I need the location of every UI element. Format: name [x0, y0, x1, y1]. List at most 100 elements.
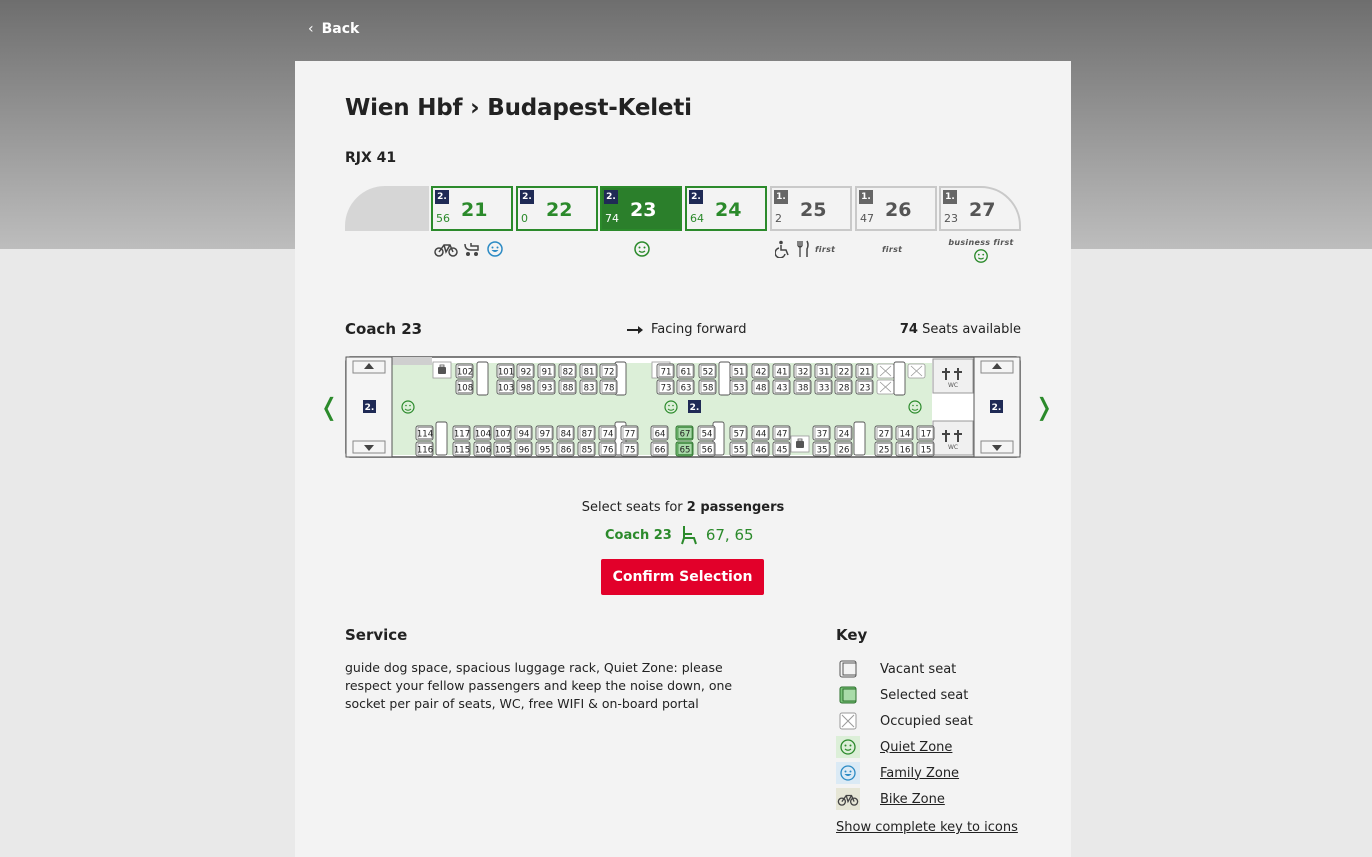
seat-28[interactable]: 28: [834, 379, 853, 395]
seat-43[interactable]: 43: [772, 379, 791, 395]
seat-24[interactable]: 24: [834, 425, 853, 441]
coach-27-features: business first: [940, 238, 1022, 268]
seat-86[interactable]: 86: [556, 441, 575, 457]
seat-115[interactable]: 115: [452, 441, 471, 457]
seat-14[interactable]: 14: [895, 425, 914, 441]
seat-77[interactable]: 77: [620, 425, 639, 441]
seat-64[interactable]: 64: [650, 425, 669, 441]
seat-96[interactable]: 96: [514, 441, 533, 457]
seat-61[interactable]: 61: [676, 363, 695, 379]
seat-72[interactable]: 72: [599, 363, 618, 379]
key-item-family-zone[interactable]: Family Zone: [836, 760, 1036, 786]
coach-22[interactable]: 2. 22 0: [516, 186, 598, 231]
seat-56[interactable]: 56: [697, 441, 716, 457]
seat-74[interactable]: 74: [598, 425, 617, 441]
coach-21[interactable]: 2. 21 56: [431, 186, 513, 231]
seat-46[interactable]: 46: [751, 441, 770, 457]
seat-81[interactable]: 81: [579, 363, 598, 379]
wheelchair-icon: [775, 240, 789, 258]
key-item-quiet-zone[interactable]: Quiet Zone: [836, 734, 1036, 760]
seat-63[interactable]: 63: [676, 379, 695, 395]
seat-71[interactable]: 71: [656, 363, 675, 379]
seat-57[interactable]: 57: [729, 425, 748, 441]
seat-65[interactable]: 65: [675, 441, 694, 457]
seat-31[interactable]: 31: [814, 363, 833, 379]
seat-26[interactable]: 26: [834, 441, 853, 457]
coach-number: 22: [546, 199, 573, 221]
seat-41[interactable]: 41: [772, 363, 791, 379]
next-coach-arrow[interactable]: ❭: [1034, 393, 1054, 421]
seat-103[interactable]: 103: [496, 379, 515, 395]
coach-24[interactable]: 2. 24 64: [685, 186, 767, 231]
coach-23[interactable]: 2. 23 74: [600, 186, 682, 231]
seat-33[interactable]: 33: [814, 379, 833, 395]
key-link[interactable]: Bike Zone: [880, 792, 945, 807]
seat-42[interactable]: 42: [751, 363, 770, 379]
service-description: guide dog space, spacious luggage rack, …: [345, 660, 733, 711]
coach-21-features: [434, 239, 504, 259]
show-complete-key-link[interactable]: Show complete key to icons: [836, 820, 1018, 835]
seat-106[interactable]: 106: [473, 441, 492, 457]
seat-105[interactable]: 105: [493, 441, 512, 457]
back-link[interactable]: ‹ Back: [308, 21, 359, 37]
seat-27[interactable]: 27: [874, 425, 893, 441]
seat-21[interactable]: 21: [855, 363, 874, 379]
seat-73[interactable]: 73: [656, 379, 675, 395]
seat-102[interactable]: 102: [455, 363, 474, 379]
seat-94[interactable]: 94: [514, 425, 533, 441]
seat-67[interactable]: 67: [675, 425, 694, 441]
seat-52[interactable]: 52: [698, 363, 717, 379]
seat-32[interactable]: 32: [793, 363, 812, 379]
seat-17[interactable]: 17: [916, 425, 935, 441]
seat-48[interactable]: 48: [751, 379, 770, 395]
seat-98[interactable]: 98: [516, 379, 535, 395]
seat-45[interactable]: 45: [772, 441, 791, 457]
coach-26[interactable]: 1. 26 47: [855, 186, 937, 231]
key-link[interactable]: Quiet Zone: [880, 740, 952, 755]
coach-27[interactable]: 1. 27 23: [939, 186, 1021, 231]
key-link[interactable]: Family Zone: [880, 766, 959, 781]
seat-92[interactable]: 92: [516, 363, 535, 379]
seat-87[interactable]: 87: [577, 425, 596, 441]
key-item-bike-zone[interactable]: Bike Zone: [836, 786, 1036, 812]
seat-78[interactable]: 78: [599, 379, 618, 395]
seat-84[interactable]: 84: [556, 425, 575, 441]
seat-38[interactable]: 38: [793, 379, 812, 395]
seat-97[interactable]: 97: [535, 425, 554, 441]
seat-117[interactable]: 117: [452, 425, 471, 441]
previous-coach-arrow[interactable]: ❬: [319, 393, 339, 421]
seat-47[interactable]: 47: [772, 425, 791, 441]
seat-58[interactable]: 58: [698, 379, 717, 395]
seat-55[interactable]: 55: [729, 441, 748, 457]
seat-116[interactable]: 116: [415, 441, 434, 457]
seat-75[interactable]: 75: [620, 441, 639, 457]
confirm-selection-button[interactable]: Confirm Selection: [601, 559, 764, 595]
seat-54[interactable]: 54: [697, 425, 716, 441]
seat-104[interactable]: 104: [473, 425, 492, 441]
seat-15[interactable]: 15: [916, 441, 935, 457]
seat-51[interactable]: 51: [729, 363, 748, 379]
seat-76[interactable]: 76: [598, 441, 617, 457]
seat-23[interactable]: 23: [855, 379, 874, 395]
seat-108[interactable]: 108: [455, 379, 474, 395]
seat-number: 42: [756, 368, 767, 378]
coach-25[interactable]: 1. 25 2: [770, 186, 852, 231]
seat-25[interactable]: 25: [874, 441, 893, 457]
seat-66[interactable]: 66: [650, 441, 669, 457]
seat-101[interactable]: 101: [496, 363, 515, 379]
seat-53[interactable]: 53: [729, 379, 748, 395]
seat-35[interactable]: 35: [812, 441, 831, 457]
seat-37[interactable]: 37: [812, 425, 831, 441]
seat-114[interactable]: 114: [415, 425, 434, 441]
seat-83[interactable]: 83: [579, 379, 598, 395]
seat-88[interactable]: 88: [558, 379, 577, 395]
seat-44[interactable]: 44: [751, 425, 770, 441]
seat-107[interactable]: 107: [493, 425, 512, 441]
seat-95[interactable]: 95: [535, 441, 554, 457]
seat-22[interactable]: 22: [834, 363, 853, 379]
seat-93[interactable]: 93: [537, 379, 556, 395]
seat-91[interactable]: 91: [537, 363, 556, 379]
seat-16[interactable]: 16: [895, 441, 914, 457]
seat-85[interactable]: 85: [577, 441, 596, 457]
seat-82[interactable]: 82: [558, 363, 577, 379]
